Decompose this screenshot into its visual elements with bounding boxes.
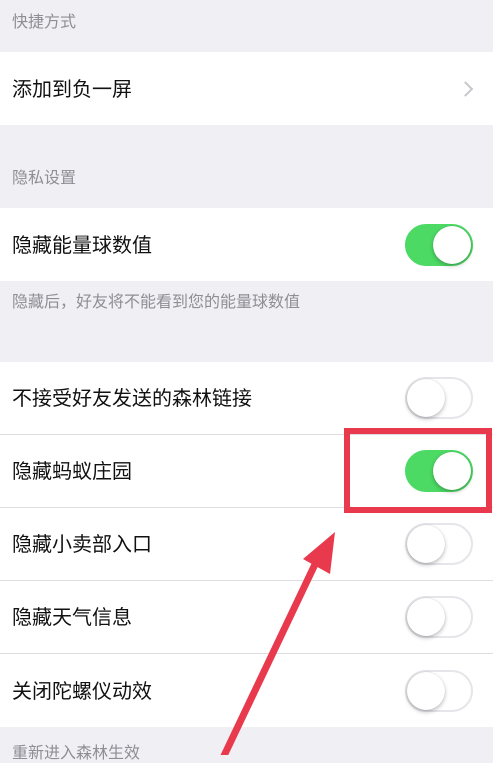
- row-hide-energy-value: 隐藏能量球数值: [0, 208, 493, 281]
- toggle-knob: [407, 379, 445, 417]
- chevron-right-icon: [457, 80, 474, 97]
- row-label: 关闭陀螺仪动效: [12, 678, 152, 703]
- row-label: 隐藏天气信息: [12, 605, 132, 629]
- settings-screen: 快捷方式 添加到负一屏 隐私设置 隐藏能量球数值 隐藏后，好友将不能看到您的能量…: [0, 0, 493, 762]
- row-add-to-minus-one-screen[interactable]: 添加到负一屏: [0, 52, 493, 125]
- privacy-footnote: 隐藏后，好友将不能看到您的能量球数值: [12, 292, 301, 311]
- row-label: 添加到负一屏: [12, 76, 132, 101]
- toggle-knob: [407, 525, 445, 563]
- toggle-reject-forest-links[interactable]: [405, 377, 473, 419]
- row-label: 隐藏能量球数值: [12, 232, 152, 257]
- toggle-knob: [433, 225, 471, 264]
- group-shortcuts: 添加到负一屏: [0, 52, 493, 125]
- row-disable-gyro-effect: 关闭陀螺仪动效: [0, 654, 493, 727]
- section-header-privacy: 隐私设置: [12, 168, 77, 187]
- toggle-knob: [407, 598, 445, 636]
- section-header-shortcuts: 快捷方式: [12, 12, 77, 31]
- group-more-settings: 不接受好友发送的森林链接 隐藏蚂蚁庄园 隐藏小卖部入口 隐藏天气信息 关闭陀螺仪…: [0, 362, 493, 727]
- row-label: 隐藏蚂蚁庄园: [12, 459, 132, 483]
- row-hide-weather-info: 隐藏天气信息: [0, 581, 493, 654]
- row-label: 不接受好友发送的森林链接: [12, 386, 252, 410]
- toggle-hide-energy-value[interactable]: [405, 223, 473, 266]
- toggle-knob: [407, 671, 445, 710]
- row-label: 隐藏小卖部入口: [12, 532, 152, 556]
- toggle-hide-weather-info[interactable]: [405, 596, 473, 638]
- row-reject-forest-links: 不接受好友发送的森林链接: [0, 362, 493, 435]
- toggle-hide-shop-entry[interactable]: [405, 523, 473, 565]
- toggle-disable-gyro-effect[interactable]: [405, 669, 473, 712]
- row-hide-shop-entry: 隐藏小卖部入口: [0, 508, 493, 581]
- group-privacy: 隐藏能量球数值: [0, 208, 493, 281]
- annotation-highlight-box: [344, 428, 492, 513]
- section-header-reenter-forest: 重新进入森林生效: [12, 743, 141, 762]
